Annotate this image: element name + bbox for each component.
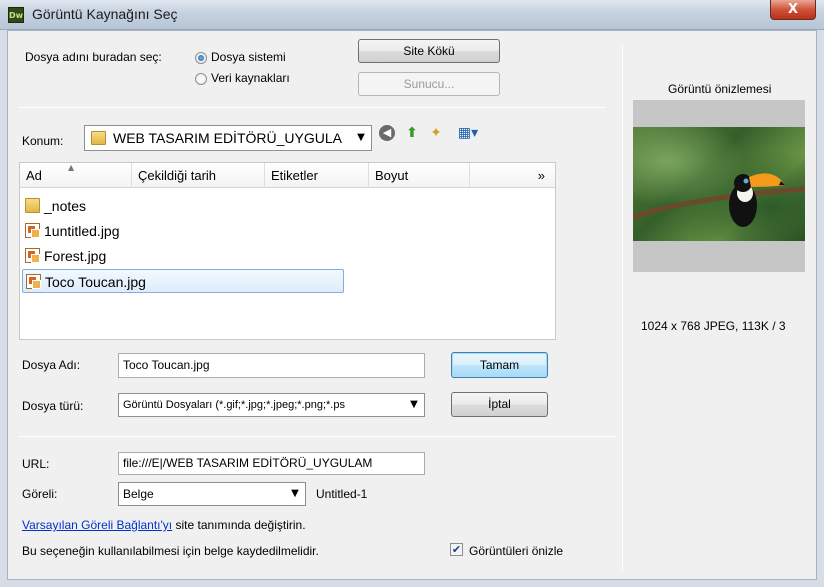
location-combo[interactable]: WEB TASARIM EDİTÖRÜ_UYGULA ▼ [84, 125, 372, 151]
column-more-button[interactable]: » [470, 163, 555, 188]
preview-image-info: 1024 x 768 JPEG, 113K / 3 [641, 319, 786, 333]
dialog-body: Dosya adını buradan seç: Dosya sistemi V… [7, 30, 817, 580]
window-title: Görüntü Kaynağını Seç [32, 6, 178, 22]
select-from-label: Dosya adını buradan seç: [25, 50, 162, 64]
chevron-down-icon: ▼ [357, 132, 365, 143]
chevron-down-icon: ▼ [410, 399, 418, 410]
list-item[interactable]: Forest.jpg [22, 244, 344, 268]
column-header-size[interactable]: Boyut [369, 163, 470, 188]
image-file-icon [25, 223, 40, 238]
location-label: Konum: [22, 134, 64, 148]
filetype-value: Görüntü Dosyaları (*.gif;*.jpg;*.jpeg;*.… [123, 399, 345, 411]
site-root-button[interactable]: Site Kökü [358, 39, 500, 63]
preview-images-label[interactable]: Görüntüleri önizle [469, 544, 563, 558]
url-label: URL: [22, 457, 50, 471]
relative-select[interactable]: Belge ▼ [118, 482, 306, 506]
list-item[interactable]: 1untitled.jpg [22, 219, 344, 243]
list-item-selected[interactable]: Toco Toucan.jpg [22, 269, 344, 293]
radio-file-system-label[interactable]: Dosya sistemi [211, 50, 286, 64]
preview-divider [622, 45, 623, 571]
image-file-icon [26, 274, 41, 289]
view-menu-icon[interactable]: ▦▾ [454, 124, 482, 142]
ok-button[interactable]: Tamam [451, 352, 548, 378]
separator-top [18, 107, 606, 108]
folder-icon [25, 198, 40, 213]
filename-input[interactable]: Toco Toucan.jpg [118, 353, 425, 378]
dreamweaver-app-icon: Dw [8, 7, 24, 23]
cancel-button[interactable]: İptal [451, 392, 548, 417]
separator-bottom [18, 436, 616, 437]
back-icon[interactable]: ◀ [379, 125, 395, 141]
chevron-down-icon: ▼ [291, 488, 299, 499]
new-folder-icon[interactable]: ✦ [427, 124, 445, 142]
radio-data-sources[interactable] [195, 73, 207, 85]
relative-link-line: Varsayılan Göreli Bağlantı'yı site tanım… [22, 518, 306, 532]
column-header-tags[interactable]: Etiketler [265, 163, 369, 188]
default-relative-link[interactable]: Varsayılan Göreli Bağlantı'yı [22, 518, 172, 532]
relative-value: Belge [123, 487, 154, 501]
sort-up-icon: ▲ [68, 163, 75, 172]
relative-label: Göreli: [22, 487, 58, 501]
column-header-date[interactable]: Çekildiği tarih [132, 163, 265, 188]
preview-frame [633, 100, 805, 272]
filetype-label: Dosya türü: [22, 399, 84, 413]
relative-link-suffix: site tanımında değiştirin. [175, 518, 306, 532]
filename-label: Dosya Adı: [22, 358, 81, 372]
filetype-select[interactable]: Görüntü Dosyaları (*.gif;*.jpg;*.jpeg;*.… [118, 393, 425, 417]
save-note: Bu seçeneğin kullanılabilmesi için belge… [22, 544, 319, 558]
close-button[interactable]: X [770, 0, 816, 20]
folder-icon [91, 131, 106, 145]
document-name: Untitled-1 [316, 487, 368, 501]
image-file-icon [25, 248, 40, 263]
file-list[interactable]: Ad ▲ Çekildiği tarih Etiketler Boyut » _… [19, 162, 556, 340]
location-value: WEB TASARIM EDİTÖRÜ_UYGULA [113, 130, 342, 146]
title-bar: Dw Görüntü Kaynağını Seç X [0, 0, 824, 30]
url-input[interactable]: file:///E|/WEB TASARIM EDİTÖRÜ_UYGULAM [118, 452, 425, 475]
preview-images-checkbox[interactable]: ✔ [450, 543, 463, 556]
radio-data-sources-label[interactable]: Veri kaynakları [211, 71, 290, 85]
radio-file-system[interactable] [195, 52, 207, 64]
column-header-name[interactable]: Ad ▲ [20, 163, 132, 188]
preview-title: Görüntü önizlemesi [668, 82, 772, 96]
list-item[interactable]: _notes [22, 194, 344, 218]
server-button[interactable]: Sunucu... [358, 72, 500, 96]
toucan-preview-image [633, 127, 805, 241]
up-folder-icon[interactable]: ⬆ [403, 124, 421, 142]
